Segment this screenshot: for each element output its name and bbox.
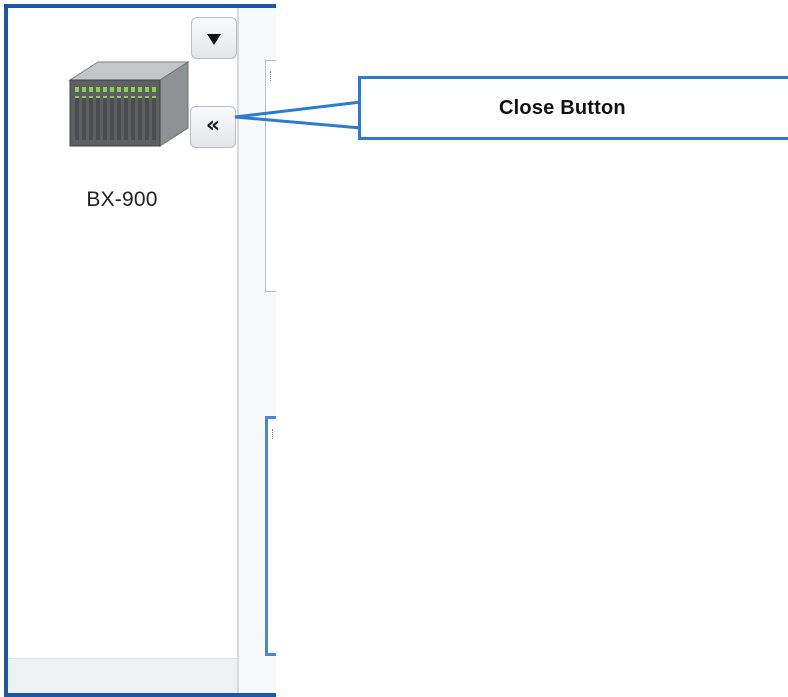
frame-marker-icon — [270, 71, 274, 81]
close-panel-button[interactable]: « — [190, 106, 236, 148]
server-chassis-icon — [68, 61, 190, 147]
screenshot-stage: BX-900 « Close Button — [0, 0, 788, 697]
device-name-label: BX-900 — [86, 188, 158, 211]
caret-down-icon — [207, 33, 221, 45]
app-window: BX-900 « — [4, 4, 276, 697]
content-frame-selected[interactable] — [265, 416, 276, 656]
left-panel-footer — [8, 658, 237, 693]
content-pane — [239, 8, 276, 693]
frame-marker-icon — [272, 429, 276, 439]
left-panel: BX-900 « — [8, 8, 239, 693]
callout-label: Close Button — [499, 96, 626, 119]
content-frame-top — [265, 60, 276, 292]
double-chevron-left-icon: « — [205, 113, 221, 138]
device-menu-dropdown-button[interactable] — [191, 17, 237, 59]
callout-box: Close Button — [358, 76, 788, 140]
